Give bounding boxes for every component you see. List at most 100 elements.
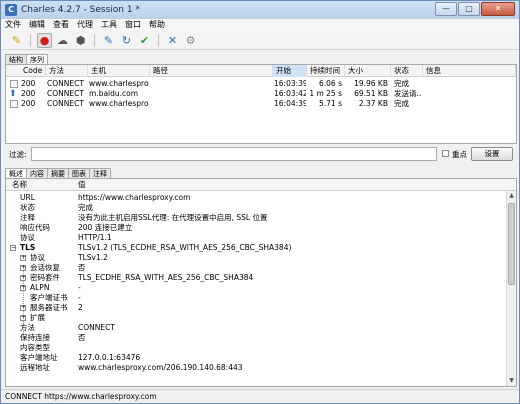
property-row[interactable]: − TLS TLSv1.2 (TLS_ECDHE_RSA_WITH_AES_25… bbox=[6, 243, 504, 253]
header-name[interactable]: 名称 bbox=[12, 179, 27, 190]
col-method[interactable]: 方法 bbox=[46, 65, 88, 77]
property-row[interactable]: + 服务器证书 2 bbox=[6, 303, 504, 313]
property-row[interactable]: + ALPN - bbox=[6, 283, 504, 293]
property-name: 内容类型 bbox=[20, 343, 50, 352]
property-row[interactable]: 响应代码 200 连接已建立 bbox=[6, 223, 504, 233]
row-duration: 1 m 25 s bbox=[309, 89, 342, 98]
property-row[interactable]: 内容类型 bbox=[6, 343, 504, 353]
validate-check-icon[interactable]: ✔ bbox=[137, 33, 152, 48]
scrollbar-thumb[interactable] bbox=[508, 203, 515, 285]
menu-tools[interactable]: 工具 bbox=[97, 19, 121, 31]
scroll-up-arrow-icon[interactable]: ▲ bbox=[507, 191, 516, 201]
property-row[interactable]: 客户端地址 127.0.0.1:63476 bbox=[6, 353, 504, 363]
col-status[interactable]: 状态 bbox=[391, 65, 423, 77]
menu-file[interactable]: 文件 bbox=[1, 19, 25, 31]
tools-icon[interactable]: ✕ bbox=[165, 33, 180, 48]
col-code[interactable]: Code bbox=[20, 65, 46, 77]
property-name: 客户端地址 bbox=[20, 353, 58, 362]
filter-bar: 过滤: 重点 设置 bbox=[5, 146, 517, 162]
sequence-header: Code 方法 主机 路径 开始 持续时间 大小 状态 信息 bbox=[6, 65, 516, 77]
row-host: m.baidu.com bbox=[89, 89, 139, 98]
property-row[interactable]: 保持连接 否 bbox=[6, 333, 504, 343]
focus-checkbox[interactable] bbox=[442, 150, 449, 157]
property-name: 扩展 bbox=[30, 313, 45, 322]
row-size: 69.51 KB bbox=[354, 89, 388, 98]
property-name: 协议 bbox=[30, 253, 45, 262]
charles-app-icon: C bbox=[5, 4, 17, 16]
scroll-down-arrow-icon[interactable]: ▼ bbox=[507, 376, 516, 386]
property-row[interactable]: 客户端证书 - bbox=[6, 293, 504, 303]
property-value: www.charlesproxy.com/206.190.140.68:443 bbox=[78, 363, 243, 372]
row-path bbox=[151, 99, 271, 109]
table-row[interactable]: 200 CONNECT www.charlesproxy.... 16:03:3… bbox=[6, 79, 516, 89]
table-row[interactable]: ⬆ 200 CONNECT m.baidu.com 16:03:42 1 m 2… bbox=[6, 89, 516, 99]
row-duration: 6.06 s bbox=[319, 79, 342, 88]
property-name: 远程地址 bbox=[20, 363, 50, 372]
header-value[interactable]: 值 bbox=[78, 179, 86, 190]
settings-button[interactable]: 设置 bbox=[471, 147, 513, 161]
throttle-turtle-icon[interactable]: ☁ bbox=[55, 33, 70, 48]
col-duration[interactable]: 持续时间 bbox=[307, 65, 345, 77]
property-row[interactable]: 协议 HTTP/1.1 bbox=[6, 233, 504, 243]
col-info[interactable]: 信息 bbox=[423, 65, 516, 77]
status-bar: CONNECT https://www.charlesproxy.com bbox=[1, 389, 519, 403]
property-row[interactable]: 方法 CONNECT bbox=[6, 323, 504, 333]
title-bar[interactable]: C Charles 4.2.7 - Session 1 * — □ ✕ bbox=[1, 1, 519, 19]
property-value: 否 bbox=[78, 333, 86, 342]
breakpoint-hexagon-icon[interactable]: ⬢ bbox=[73, 33, 88, 48]
refresh-icon[interactable]: ↻ bbox=[119, 33, 134, 48]
menu-bar: 文件 编辑 查看 代理 工具 窗口 帮助 bbox=[1, 19, 519, 31]
record-icon[interactable]: ● bbox=[37, 32, 52, 48]
expand-toggle-icon[interactable]: + bbox=[20, 265, 26, 271]
collapse-toggle-icon[interactable]: − bbox=[10, 245, 16, 251]
request-icon bbox=[10, 80, 18, 88]
menu-view[interactable]: 查看 bbox=[49, 19, 73, 31]
menu-proxy[interactable]: 代理 bbox=[73, 19, 97, 31]
property-value: - bbox=[78, 283, 81, 292]
property-value: TLS_ECDHE_RSA_WITH_AES_256_CBC_SHA384 bbox=[78, 273, 254, 282]
menu-edit[interactable]: 编辑 bbox=[25, 19, 49, 31]
overview-panel: 名称 值 URL https://www.charlesproxy.com 状态… bbox=[5, 178, 517, 387]
detail-scrollbar[interactable]: ▲ ▼ bbox=[506, 191, 516, 386]
expand-toggle-icon[interactable]: + bbox=[20, 315, 26, 321]
property-name: 客户端证书 bbox=[30, 293, 68, 302]
menu-window[interactable]: 窗口 bbox=[121, 19, 145, 31]
col-start[interactable]: 开始 bbox=[273, 65, 307, 77]
col-size[interactable]: 大小 bbox=[345, 65, 391, 77]
property-row[interactable]: + 扩展 bbox=[6, 313, 504, 323]
close-button[interactable]: ✕ bbox=[481, 2, 515, 16]
property-row[interactable]: 远程地址 www.charlesproxy.com/206.190.140.68… bbox=[6, 363, 504, 373]
property-row[interactable]: + 会话恢复 否 bbox=[6, 263, 504, 273]
row-host: www.charlesproxy.... bbox=[89, 79, 149, 88]
settings-gear-icon[interactable]: ⚙ bbox=[183, 33, 198, 48]
property-row[interactable]: 注释 没有为此主机启用SSL代理: 在代理设置中启用, SSL 位置 bbox=[6, 213, 504, 223]
property-row[interactable]: 状态 完成 bbox=[6, 203, 504, 213]
row-method: CONNECT bbox=[47, 99, 84, 108]
compose-pen-icon[interactable]: ✎ bbox=[101, 33, 116, 48]
menu-help[interactable]: 帮助 bbox=[145, 19, 169, 31]
broom-icon[interactable]: ✎ bbox=[9, 33, 24, 48]
expand-toggle-icon[interactable]: + bbox=[20, 305, 26, 311]
row-code: 200 bbox=[21, 99, 36, 108]
property-value: 完成 bbox=[78, 203, 93, 212]
col-host[interactable]: 主机 bbox=[88, 65, 150, 77]
row-size: 2.37 KB bbox=[358, 99, 388, 108]
row-method: CONNECT bbox=[47, 79, 84, 88]
property-row[interactable]: + 密码套件 TLS_ECDHE_RSA_WITH_AES_256_CBC_SH… bbox=[6, 273, 504, 283]
expand-toggle-icon[interactable]: + bbox=[20, 275, 26, 281]
maximize-button[interactable]: □ bbox=[458, 2, 480, 16]
property-name: TLS bbox=[20, 243, 36, 252]
property-value: 2 bbox=[78, 303, 83, 312]
expand-toggle-icon[interactable]: + bbox=[20, 255, 26, 261]
property-row[interactable]: + 协议 TLSv1.2 bbox=[6, 253, 504, 263]
table-row[interactable]: 200 CONNECT www.charlesproxy.... 16:04:3… bbox=[6, 99, 516, 109]
upload-arrow-icon: ⬆ bbox=[9, 89, 17, 99]
col-path[interactable]: 路径 bbox=[150, 65, 273, 77]
filter-input[interactable] bbox=[31, 147, 437, 161]
property-row[interactable]: URL https://www.charlesproxy.com bbox=[6, 193, 504, 203]
minimize-button[interactable]: — bbox=[435, 2, 457, 16]
expand-toggle-icon[interactable]: + bbox=[20, 285, 26, 291]
toolbar: ✎ ● ☁ ⬢ ✎ ↻ ✔ ✕ ⚙ bbox=[1, 31, 519, 50]
toolbar-separator bbox=[158, 33, 159, 47]
request-icon bbox=[10, 100, 18, 108]
